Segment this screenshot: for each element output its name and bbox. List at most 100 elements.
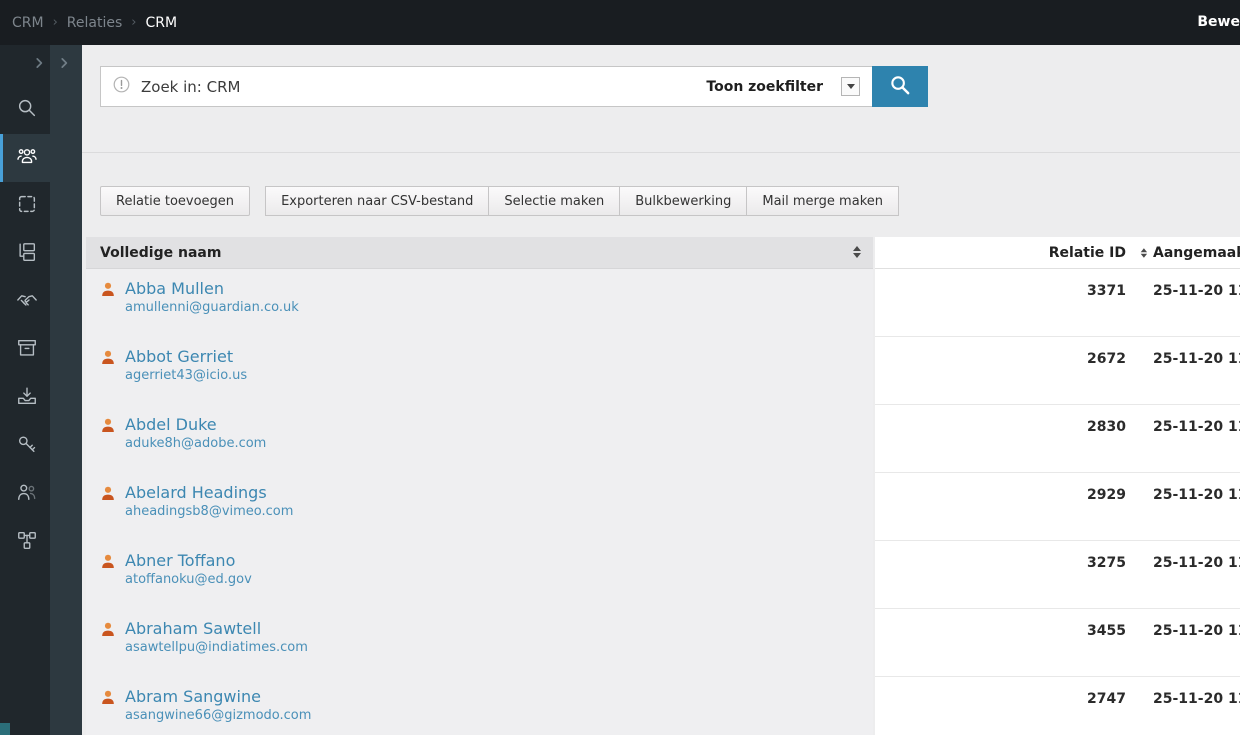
bulk-edit-button[interactable]: Bulkbewerking: [619, 186, 747, 216]
breadcrumb: CRM › Relaties › CRM: [12, 15, 177, 31]
relation-email-link[interactable]: asawtellpu@indiatimes.com: [125, 640, 308, 655]
table-row-data[interactable]: 3275 25-11-20 11:: [875, 541, 1240, 609]
table-row[interactable]: Abbot Gerriet agerriet43@icio.us: [86, 337, 873, 405]
table-row-data[interactable]: 3371 25-11-20 11:: [875, 269, 1240, 337]
search-placeholder: Zoek in: CRM: [141, 78, 695, 96]
table-row[interactable]: Abdel Duke aduke8h@adobe.com: [86, 405, 873, 473]
sidebar-item-deals[interactable]: [0, 278, 50, 326]
sidebar-item-keys[interactable]: [0, 422, 50, 470]
relation-id-cell: 2830: [875, 419, 1126, 435]
column-header-created[interactable]: Aangemaakt: [1153, 245, 1240, 261]
table-right-header: Relatie ID Aangemaakt: [875, 237, 1240, 269]
folders-icon: [16, 241, 38, 267]
relation-email-link[interactable]: aheadingsb8@vimeo.com: [125, 504, 293, 519]
relation-name-link[interactable]: Abdel Duke: [125, 415, 217, 434]
person-icon: [101, 418, 115, 437]
relation-email-link[interactable]: agerriet43@icio.us: [125, 368, 247, 383]
relation-email-link[interactable]: amullenni@guardian.co.uk: [125, 300, 299, 315]
relation-email-link[interactable]: atoffanoku@ed.gov: [125, 572, 252, 587]
created-date-cell: 25-11-20 11:: [1153, 283, 1240, 299]
table-row[interactable]: Abner Toffano atoffanoku@ed.gov: [86, 541, 873, 609]
corner-accent: [0, 723, 10, 735]
column-header-relation-id[interactable]: Relatie ID: [875, 245, 1126, 261]
handshake-icon: [16, 289, 38, 315]
relation-email-link[interactable]: asangwine66@gizmodo.com: [125, 708, 311, 723]
search-input[interactable]: Zoek in: CRM Toon zoekfilter: [100, 66, 872, 107]
created-date-cell: 25-11-20 11:: [1153, 419, 1240, 435]
table-row[interactable]: Abraham Sawtell asawtellpu@indiatimes.co…: [86, 609, 873, 677]
search-button[interactable]: [872, 66, 928, 107]
search-icon: [889, 74, 912, 100]
relation-id-cell: 2929: [875, 487, 1126, 503]
selection-icon: [16, 193, 38, 219]
toolbar: Relatie toevoegen Exporteren naar CSV-be…: [82, 153, 1240, 237]
key-icon: [16, 433, 38, 459]
users-icon: [16, 481, 38, 507]
relations-group-icon: [16, 145, 38, 171]
search-icon: [16, 97, 38, 123]
panel-expand-chevron-icon[interactable]: [57, 55, 71, 74]
export-csv-button[interactable]: Exporteren naar CSV-bestand: [265, 186, 489, 216]
person-icon: [101, 350, 115, 369]
add-relation-button[interactable]: Relatie toevoegen: [100, 186, 250, 216]
bulk-actions-group: Exporteren naar CSV-bestand Selectie mak…: [266, 186, 899, 216]
person-icon: [101, 554, 115, 573]
relations-table-data-columns: Relatie ID Aangemaakt 3371 25-11-20 11: …: [875, 237, 1240, 735]
person-icon: [101, 622, 115, 641]
created-date-cell: 25-11-20 11:: [1153, 351, 1240, 367]
created-date-cell: 25-11-20 11:: [1153, 487, 1240, 503]
relation-id-cell: 3455: [875, 623, 1126, 639]
sort-icon[interactable]: [853, 246, 861, 258]
sidebar-item-folders[interactable]: [0, 230, 50, 278]
relation-id-cell: 2747: [875, 691, 1126, 707]
table-row[interactable]: Abelard Headings aheadingsb8@vimeo.com: [86, 473, 873, 541]
sidebar-item-selection[interactable]: [0, 182, 50, 230]
breadcrumb-separator: ›: [131, 15, 136, 30]
person-icon: [101, 690, 115, 709]
relation-name-link[interactable]: Abba Mullen: [125, 279, 224, 298]
sidebar-item-workflow[interactable]: [0, 518, 50, 566]
table-row-data[interactable]: 3455 25-11-20 11:: [875, 609, 1240, 677]
edit-action-clipped[interactable]: Bewe: [1197, 14, 1240, 30]
column-header-name[interactable]: Volledige naam: [86, 237, 873, 269]
make-selection-button[interactable]: Selectie maken: [488, 186, 620, 216]
person-icon: [101, 486, 115, 505]
column-header-name-label: Volledige naam: [100, 245, 221, 261]
mail-merge-button[interactable]: Mail merge maken: [746, 186, 899, 216]
table-row[interactable]: Abba Mullen amullenni@guardian.co.uk: [86, 269, 873, 337]
sidebar-expand-chevron-icon[interactable]: [32, 55, 46, 74]
relation-id-cell: 3275: [875, 555, 1126, 571]
created-date-cell: 25-11-20 11:: [1153, 691, 1240, 707]
info-icon: [113, 76, 130, 97]
relation-name-link[interactable]: Abbot Gerriet: [125, 347, 233, 366]
breadcrumb-separator: ›: [53, 15, 58, 30]
relations-table-name-column: Volledige naam Abba Mullen amullenni@gua…: [86, 237, 873, 735]
search-panel: Zoek in: CRM Toon zoekfilter: [82, 45, 1240, 153]
breadcrumb-current: CRM: [145, 15, 177, 31]
relation-id-cell: 3371: [875, 283, 1126, 299]
search-group: Zoek in: CRM Toon zoekfilter: [100, 66, 928, 107]
relation-name-link[interactable]: Abelard Headings: [125, 483, 267, 502]
relation-id-cell: 2672: [875, 351, 1126, 367]
sidebar-item-users[interactable]: [0, 470, 50, 518]
sidebar-item-import[interactable]: [0, 374, 50, 422]
breadcrumb-relaties[interactable]: Relaties: [67, 15, 122, 31]
relation-email-link[interactable]: aduke8h@adobe.com: [125, 436, 266, 451]
table-row-data[interactable]: 2929 25-11-20 11:: [875, 473, 1240, 541]
table-row-data[interactable]: 2747 25-11-20 11:: [875, 677, 1240, 735]
relation-name-link[interactable]: Abraham Sawtell: [125, 619, 261, 638]
sidebar-primary: [0, 45, 50, 735]
table-row-data[interactable]: 2830 25-11-20 11:: [875, 405, 1240, 473]
relation-name-link[interactable]: Abner Toffano: [125, 551, 235, 570]
filter-toggle-label[interactable]: Toon zoekfilter: [706, 79, 823, 95]
table-row[interactable]: Abram Sangwine asangwine66@gizmodo.com: [86, 677, 873, 735]
sidebar-item-search[interactable]: [0, 86, 50, 134]
filter-dropdown-button[interactable]: [841, 77, 860, 96]
breadcrumb-root[interactable]: CRM: [12, 15, 44, 31]
relation-name-link[interactable]: Abram Sangwine: [125, 687, 261, 706]
table-row-data[interactable]: 2672 25-11-20 11:: [875, 337, 1240, 405]
sidebar-item-relations[interactable]: [0, 134, 50, 182]
archive-box-icon: [16, 337, 38, 363]
created-date-cell: 25-11-20 11:: [1153, 623, 1240, 639]
sidebar-item-archive[interactable]: [0, 326, 50, 374]
